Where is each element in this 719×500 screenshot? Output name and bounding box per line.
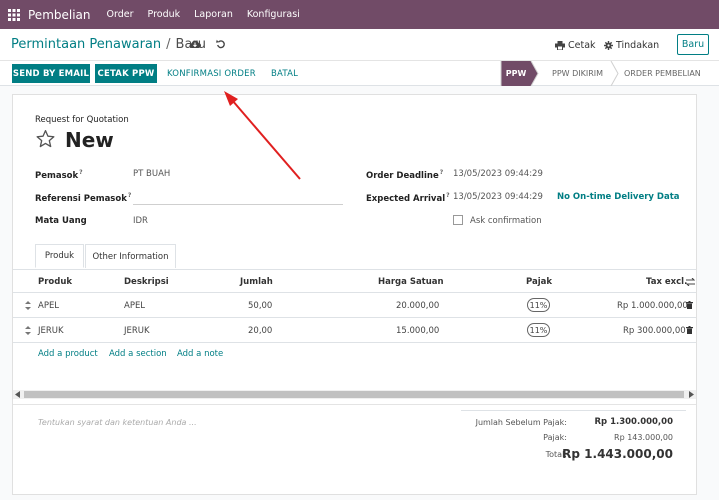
tax-badge[interactable]: 11% <box>527 323 550 337</box>
add-product-link[interactable]: Add a product <box>38 349 98 359</box>
vendor-help-icon[interactable]: ? <box>79 169 82 176</box>
currency-field[interactable]: IDR <box>133 216 148 226</box>
expected-arrival-help-icon[interactable]: ? <box>446 192 449 199</box>
scroll-left-icon[interactable] <box>15 391 21 398</box>
row-unit-price[interactable]: 20.000,00 <box>396 301 439 311</box>
vendor-reference-underline <box>133 204 343 205</box>
horizontal-scrollbar[interactable] <box>13 390 696 399</box>
expected-arrival-field[interactable]: 13/05/2023 09:44:29 <box>453 192 543 202</box>
delete-trash-icon[interactable] <box>686 301 693 309</box>
vendor-reference-input[interactable] <box>133 192 343 204</box>
optional-columns-icon[interactable] <box>686 278 695 286</box>
tab-other-information[interactable]: Other Information <box>85 244 176 268</box>
confirm-order-button[interactable]: KONFIRMASI ORDER <box>167 64 256 83</box>
order-lines-header: Produk Deskripsi Jumlah Harga Satuan Paj… <box>13 269 696 293</box>
table-row[interactable]: APEL APEL 50,00 20.000,00 11% Rp 1.000.0… <box>13 293 696 318</box>
scrollbar-thumb[interactable] <box>24 391 684 398</box>
column-description[interactable]: Deskripsi <box>124 277 169 287</box>
column-taxes[interactable]: Pajak <box>526 277 552 287</box>
action-button[interactable]: Tindakan <box>604 40 659 51</box>
column-unit-price[interactable]: Harga Satuan <box>378 277 444 287</box>
column-quantity[interactable]: Jumlah <box>240 277 273 287</box>
ask-confirmation-label: Ask confirmation <box>470 216 542 226</box>
on-time-delivery-badge[interactable]: No On-time Delivery Data <box>557 192 680 202</box>
row-product[interactable]: JERUK <box>38 326 64 336</box>
vendor-field[interactable]: PT BUAH <box>133 169 170 179</box>
order-deadline-label: Order Deadline? <box>366 169 444 181</box>
delete-trash-icon[interactable] <box>686 326 693 334</box>
status-rfq-sent[interactable]: PPW DIKIRIM <box>552 61 603 86</box>
gear-icon <box>604 41 613 50</box>
nav-order[interactable]: Order <box>107 9 134 20</box>
cancel-button[interactable]: BATAL <box>271 64 298 83</box>
table-row[interactable]: JERUK JERUK 20,00 15.000,00 11% Rp 300.0… <box>13 318 696 343</box>
top-navbar: Pembelian Order Produk Laporan Konfigura… <box>0 0 719 29</box>
apps-menu-icon[interactable] <box>0 0 28 29</box>
control-panel: Permintaan Penawaran / Baru Cetak Tindak… <box>0 29 719 61</box>
row-subtotal: Rp 300.000,00 <box>623 326 686 336</box>
total-value: Rp 1.443.000,00 <box>562 447 673 461</box>
breadcrumb-separator: / <box>166 37 171 52</box>
tax-amount-value: Rp 143.000,00 <box>614 433 673 442</box>
send-by-email-button[interactable]: SEND BY EMAIL <box>12 64 90 83</box>
divider <box>13 404 696 405</box>
row-description[interactable]: JERUK <box>124 326 150 336</box>
totals-divider <box>461 410 686 411</box>
new-button[interactable]: Baru <box>677 34 709 55</box>
save-cloud-icon[interactable] <box>189 39 201 52</box>
nav-reporting[interactable]: Laporan <box>194 9 233 20</box>
breadcrumb-parent[interactable]: Permintaan Penawaran <box>11 37 161 52</box>
status-purchase-order[interactable]: ORDER PEMBELIAN <box>624 61 701 86</box>
row-unit-price[interactable]: 15.000,00 <box>396 326 439 336</box>
row-product[interactable]: APEL <box>38 301 59 311</box>
tab-products[interactable]: Produk <box>35 244 84 268</box>
form-sheet: Request for Quotation New Pemasok? PT BU… <box>12 94 697 495</box>
print-button[interactable]: Cetak <box>555 40 596 51</box>
print-rfq-button[interactable]: CETAK PPW <box>95 64 157 83</box>
total-label: Total: <box>545 450 567 459</box>
app-title[interactable]: Pembelian <box>28 8 91 22</box>
row-quantity[interactable]: 20,00 <box>248 326 272 336</box>
drag-handle-icon[interactable] <box>25 326 31 335</box>
vendor-reference-help-icon[interactable]: ? <box>128 192 131 199</box>
tax-badge[interactable]: 11% <box>527 298 550 312</box>
nav-product[interactable]: Produk <box>148 9 181 20</box>
row-quantity[interactable]: 50,00 <box>248 301 272 311</box>
terms-conditions-input[interactable]: Tentukan syarat dan ketentuan Anda ... <box>38 418 197 427</box>
action-bar: SEND BY EMAIL CETAK PPW KONFIRMASI ORDER… <box>0 61 719 86</box>
untaxed-amount-value: Rp 1.300.000,00 <box>594 417 673 427</box>
favorite-star-icon[interactable] <box>35 129 56 149</box>
printer-icon <box>555 41 565 50</box>
column-subtotal[interactable]: Tax excl. <box>646 277 687 287</box>
order-deadline-field[interactable]: 13/05/2023 09:44:29 <box>453 169 543 179</box>
scroll-right-icon[interactable] <box>688 391 694 398</box>
nav-configuration[interactable]: Konfigurasi <box>247 9 300 20</box>
document-name: New <box>65 128 114 152</box>
status-rfq[interactable]: PPW <box>501 61 531 86</box>
add-section-link[interactable]: Add a section <box>109 349 167 359</box>
drag-handle-icon[interactable] <box>25 301 31 310</box>
untaxed-amount-label: Jumlah Sebelum Pajak: <box>475 418 567 427</box>
tax-amount-label: Pajak: <box>543 433 567 442</box>
column-product[interactable]: Produk <box>38 277 72 287</box>
vendor-reference-label: Referensi Pemasok? <box>35 192 132 204</box>
ask-confirmation-checkbox[interactable] <box>453 215 463 225</box>
document-type-label: Request for Quotation <box>35 115 129 125</box>
breadcrumb: Permintaan Penawaran / Baru <box>11 37 206 52</box>
row-subtotal: Rp 1.000.000,00 <box>617 301 688 311</box>
expected-arrival-label: Expected Arrival? <box>366 192 450 204</box>
currency-label: Mata Uang <box>35 216 87 226</box>
discard-changes-icon[interactable] <box>216 39 226 52</box>
row-description[interactable]: APEL <box>124 301 145 311</box>
vendor-label: Pemasok? <box>35 169 83 181</box>
print-label: Cetak <box>568 40 596 51</box>
order-deadline-help-icon[interactable]: ? <box>440 169 443 176</box>
add-note-link[interactable]: Add a note <box>177 349 223 359</box>
action-label: Tindakan <box>616 40 660 51</box>
